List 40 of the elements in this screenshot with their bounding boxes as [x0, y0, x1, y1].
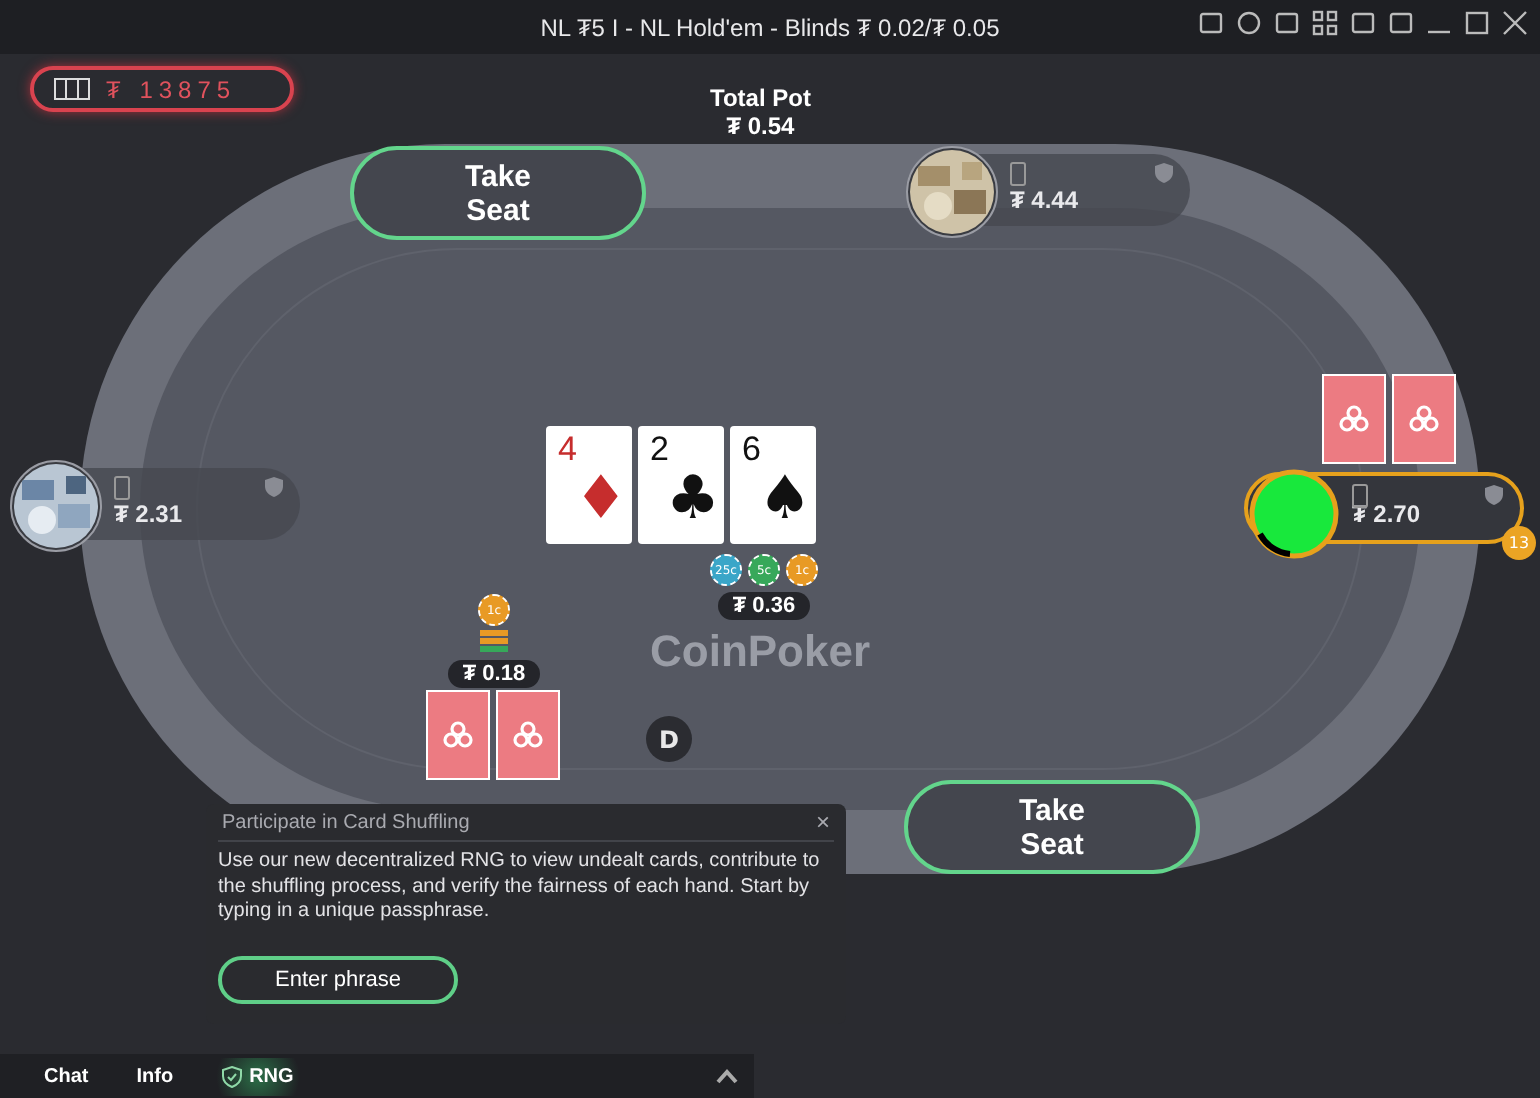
- maximize-icon[interactable]: [1464, 10, 1490, 36]
- card-logo-icon: [512, 719, 544, 751]
- grid-icon[interactable]: [1312, 10, 1338, 36]
- caret-icon[interactable]: [716, 1068, 738, 1084]
- card-suit: ♦: [574, 466, 628, 534]
- pot-amount: ₮ 0.36: [718, 592, 810, 620]
- shield-check-icon: [221, 1065, 242, 1087]
- chip-stack-icon: [478, 626, 510, 654]
- tab[interactable]: Chat: [28, 1057, 105, 1095]
- total-pot-amount: ₮ 0.54: [724, 112, 797, 140]
- card-logo-icon: [1408, 403, 1440, 435]
- take-seat-button[interactable]: Take Seat: [350, 146, 646, 240]
- window-title: NL ₮5 I - NL Hold'em - Blinds ₮ 0.02/₮ 0.05: [540, 13, 1000, 41]
- timer-badge: 13: [1502, 526, 1536, 560]
- card-suit: ♣: [666, 466, 720, 534]
- total-pot-label: Total Pot: [710, 84, 811, 112]
- tab[interactable]: Info: [120, 1057, 190, 1095]
- card-rank: 4: [558, 430, 577, 470]
- enter-phrase-button[interactable]: Enter phrase: [218, 955, 458, 1003]
- card-logo-icon: [1338, 403, 1370, 435]
- player-stack: ₮ 4.44: [1010, 186, 1079, 214]
- card-suit: ♠: [758, 466, 812, 534]
- card-rank: 6: [742, 430, 761, 470]
- table-logo: CoinPoker: [650, 626, 871, 678]
- shield-icon: [1484, 484, 1504, 506]
- close-button[interactable]: ×: [815, 808, 830, 836]
- shield-icon: [1154, 162, 1174, 184]
- take-seat-button[interactable]: Take Seat: [904, 780, 1200, 874]
- card-logo-icon: [442, 719, 474, 751]
- close-icon[interactable]: [1502, 10, 1528, 36]
- player-stack: ₮ 2.31: [114, 500, 183, 528]
- phone-icon: [1010, 162, 1026, 186]
- dialog-title: Participate in Card Shuffling: [222, 811, 470, 833]
- phone-icon: [1352, 484, 1368, 508]
- card-rank: 2: [650, 430, 669, 470]
- shield-icon: [264, 476, 284, 498]
- phone-icon: [114, 476, 130, 500]
- dialog-text: Use our new decentralized RNG to view undealt cards, contribute to the shuffling process, and verify the fairness of each hand. Start by typing in a unique passphrase.: [218, 850, 822, 925]
- balance-display: ₮ 13875: [30, 66, 294, 112]
- bet-amount: ₮ 0.18: [448, 660, 540, 688]
